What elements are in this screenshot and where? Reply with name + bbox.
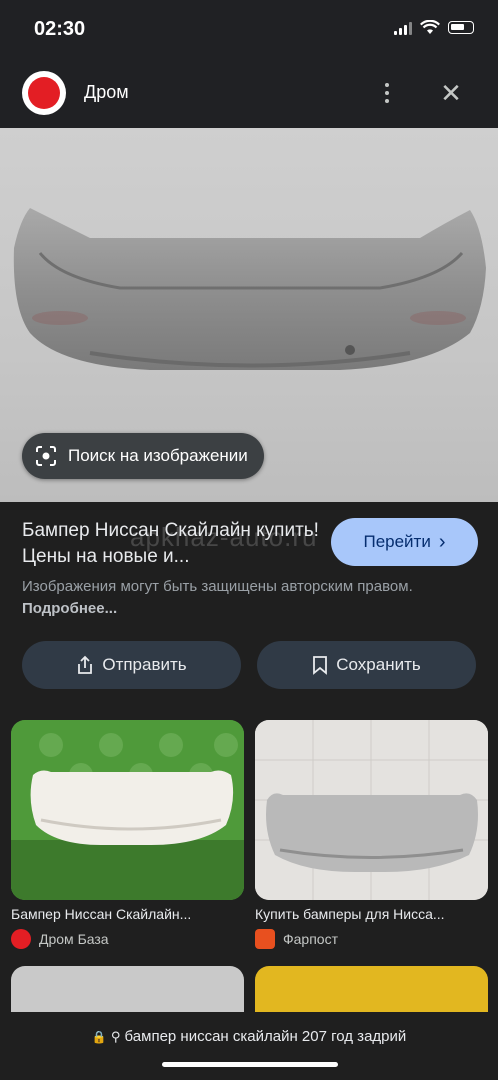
source-header: Дром ✕ bbox=[0, 62, 498, 128]
white-bumper-image bbox=[11, 720, 244, 900]
visit-button[interactable]: Перейти › bbox=[331, 518, 478, 566]
silver-bumper-image bbox=[255, 720, 488, 900]
share-label: Отправить bbox=[102, 655, 187, 674]
battery-icon bbox=[448, 21, 474, 34]
search-icon: ⚲ bbox=[110, 1029, 121, 1044]
lock-icon: 🔒 bbox=[91, 1030, 107, 1044]
home-indicator[interactable] bbox=[162, 1062, 338, 1067]
address-text-row[interactable]: 🔒 ⚲ бампер ниссан скайлайн 207 год задри… bbox=[0, 1028, 498, 1045]
search-query: бампер ниссан скайлайн 207 год задрий bbox=[124, 1028, 407, 1045]
related-source-name: Фарпост bbox=[283, 931, 338, 947]
status-icons bbox=[394, 20, 474, 35]
notice-text: Изображения могут быть защищены авторски… bbox=[22, 578, 413, 595]
related-image[interactable] bbox=[255, 720, 488, 900]
share-button[interactable]: Отправить bbox=[22, 641, 241, 689]
chevron-right-icon: › bbox=[438, 530, 446, 553]
learn-more-link[interactable]: Подробнее... bbox=[22, 600, 117, 617]
drom-favicon-icon bbox=[11, 929, 31, 949]
status-time: 02:30 bbox=[34, 18, 86, 40]
related-source[interactable]: Дром База bbox=[11, 929, 109, 949]
site-logo[interactable] bbox=[22, 71, 66, 115]
status-bar: 02:30 bbox=[0, 0, 498, 62]
lens-icon bbox=[36, 446, 56, 466]
image-search-label: Поиск на изображении bbox=[68, 446, 248, 465]
visit-label: Перейти bbox=[363, 532, 431, 551]
share-icon bbox=[78, 655, 93, 674]
main-image[interactable]: Поиск на изображении bbox=[0, 128, 498, 502]
address-bar[interactable]: 🔒 ⚲ бампер ниссан скайлайн 207 год задри… bbox=[0, 1012, 498, 1080]
more-options-icon[interactable] bbox=[375, 79, 399, 107]
related-title[interactable]: Купить бамперы для Нисса... bbox=[255, 906, 488, 922]
bookmark-icon bbox=[313, 656, 328, 675]
copyright-notice: Изображения могут быть защищены авторски… bbox=[22, 576, 472, 620]
related-source[interactable]: Фарпост bbox=[255, 929, 338, 949]
image-search-chip[interactable]: Поиск на изображении bbox=[22, 433, 264, 479]
save-label: Сохранить bbox=[336, 655, 421, 674]
related-source-name: Дром База bbox=[39, 931, 109, 947]
farpost-favicon-icon bbox=[255, 929, 275, 949]
wifi-icon bbox=[420, 20, 440, 34]
close-icon[interactable]: ✕ bbox=[437, 79, 465, 107]
related-image[interactable] bbox=[11, 720, 244, 900]
site-name[interactable]: Дром bbox=[84, 82, 129, 103]
cellular-signal-icon bbox=[394, 21, 412, 35]
save-button[interactable]: Сохранить bbox=[257, 641, 476, 689]
result-title[interactable]: Бампер Ниссан Скайлайн купить! Цены на н… bbox=[22, 518, 322, 570]
related-title[interactable]: Бампер Ниссан Скайлайн... bbox=[11, 906, 244, 922]
